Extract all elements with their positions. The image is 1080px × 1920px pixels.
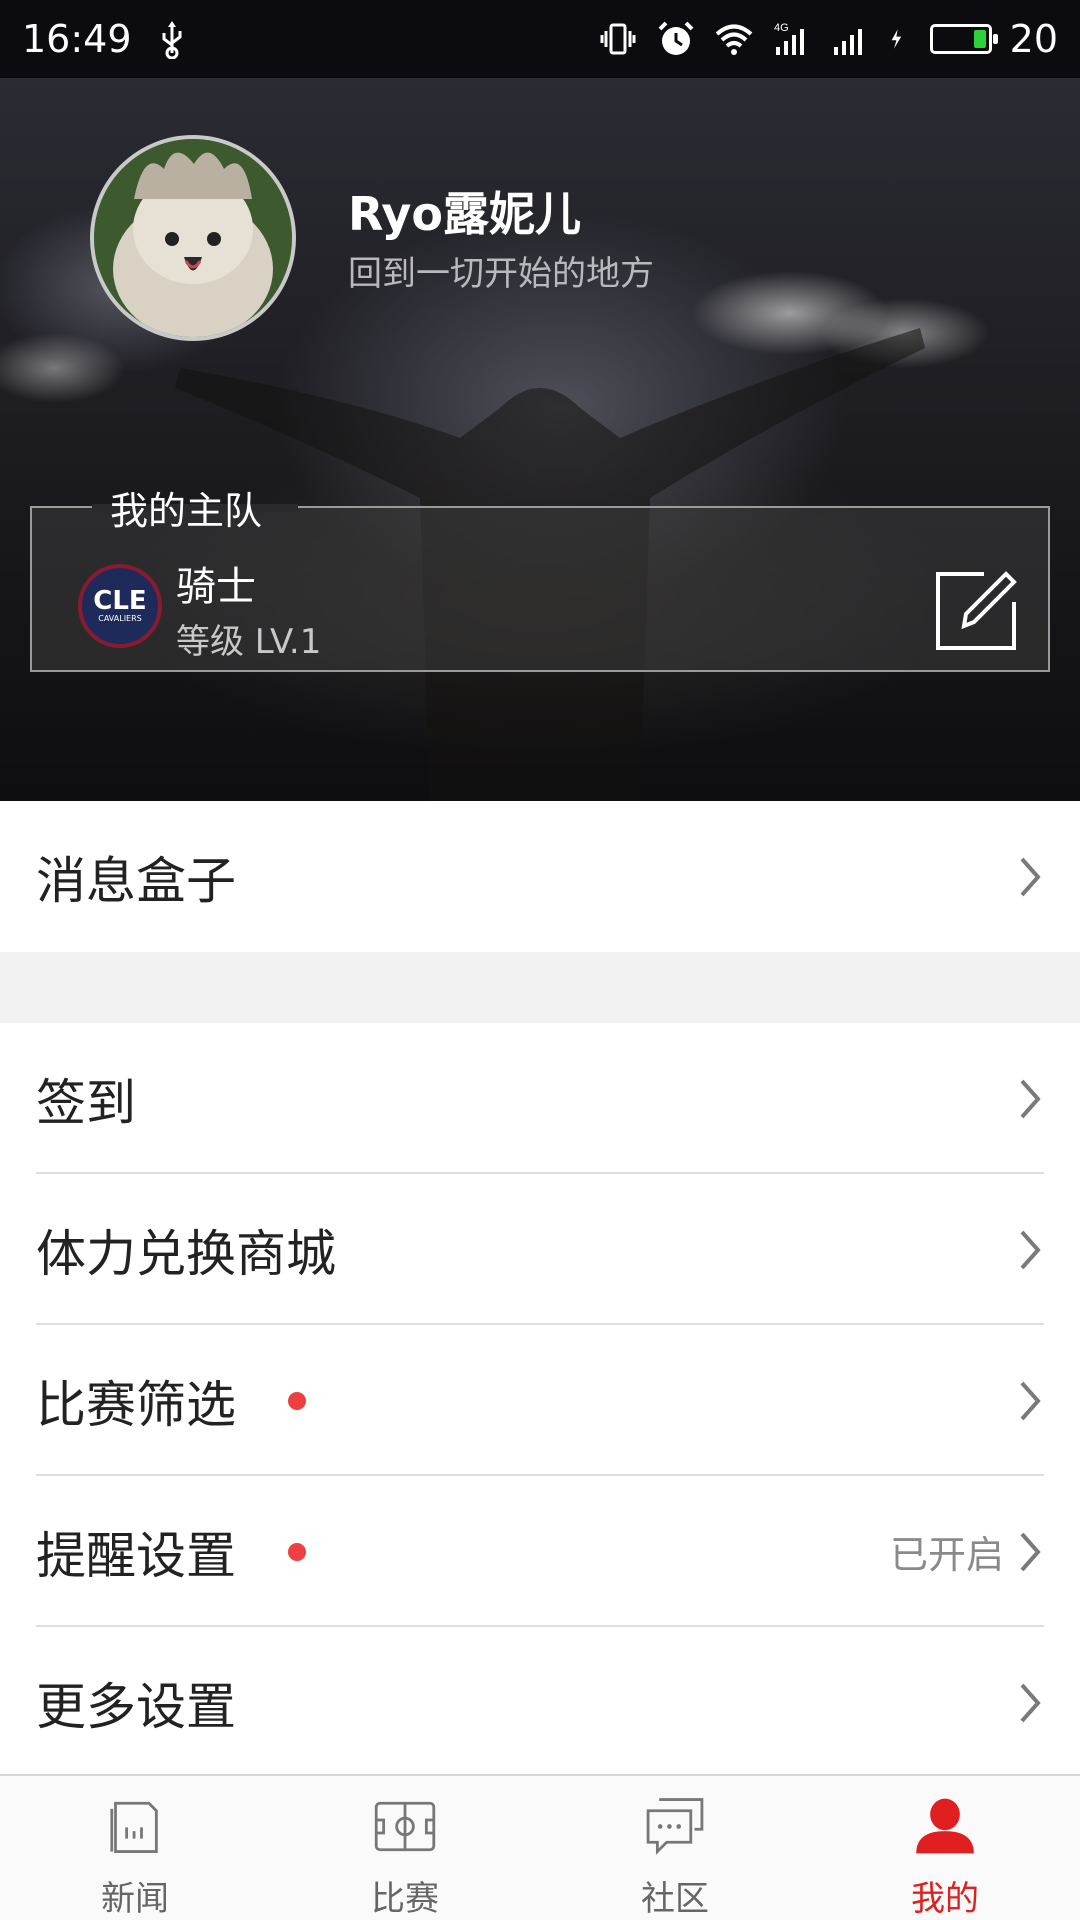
usb-icon — [162, 21, 182, 59]
chevron-right-icon — [1020, 1532, 1041, 1571]
menu-item-match-filter[interactable]: 比赛筛选 — [0, 1325, 1080, 1476]
chevron-right-icon — [1020, 1683, 1041, 1722]
svg-text:4G: 4G — [774, 22, 789, 34]
user-avatar[interactable] — [90, 135, 296, 341]
vibrate-icon — [600, 23, 636, 55]
menu-item-inbox[interactable]: 消息盒子 — [0, 801, 1080, 952]
tab-label: 新闻 — [101, 1879, 169, 1919]
menu-item-label: 提醒设置 — [36, 1526, 236, 1585]
home-team-section-title: 我的主队 — [110, 489, 263, 533]
battery-level: 20 — [1009, 17, 1058, 61]
edit-team-button[interactable] — [934, 568, 1018, 652]
tab-label: 我的 — [911, 1879, 979, 1919]
status-bar: 16:49 4G 20 — [0, 0, 1080, 78]
team-name: 骑士 — [176, 564, 256, 610]
team-logo-abbr: CLE — [93, 586, 147, 616]
menu-item-reminder-settings[interactable]: 提醒设置 已开启 — [0, 1476, 1080, 1627]
profile-icon — [916, 1798, 974, 1854]
signal-4g-icon: 4G — [774, 22, 804, 55]
menu-item-label: 比赛筛选 — [36, 1375, 236, 1434]
chevron-right-icon — [1020, 857, 1041, 896]
chevron-right-icon — [1020, 1381, 1041, 1420]
notification-dot — [288, 1391, 306, 1410]
match-icon — [374, 1801, 436, 1852]
team-logo-sub: CAVALIERS — [98, 614, 142, 623]
menu-item-label: 签到 — [36, 1073, 136, 1132]
reminder-status: 已开启 — [889, 1533, 1004, 1577]
menu-item-label: 更多设置 — [36, 1677, 236, 1736]
team-level: 等级 LV.1 — [176, 622, 322, 662]
home-team-card[interactable]: 我的主队 CLE CAVALIERS 骑士 等级 LV.1 — [30, 489, 1050, 672]
profile-header: Ryo露妮儿 回到一切开始的地方 我的主队 CLE CAVALIERS 骑士 等… — [0, 78, 1080, 801]
bird-avatar-image — [94, 139, 292, 337]
battery-icon — [929, 24, 998, 54]
charging-icon — [891, 29, 901, 49]
wifi-icon — [715, 24, 752, 55]
signal-icon — [833, 29, 862, 55]
bottom-tab-bar: 新闻 比赛 社区 我的 — [0, 1774, 1080, 1920]
menu-item-checkin[interactable]: 签到 — [0, 1023, 1080, 1174]
tab-community[interactable]: 社区 — [540, 1776, 810, 1920]
user-motto: 回到一切开始的地方 — [348, 254, 654, 294]
menu-section-inbox: 消息盒子 — [0, 801, 1080, 952]
menu-item-label: 体力兑换商城 — [36, 1224, 336, 1283]
username: Ryo露妮儿 — [348, 187, 581, 241]
community-icon — [646, 1798, 704, 1855]
tab-profile[interactable]: 我的 — [810, 1776, 1080, 1920]
tab-match[interactable]: 比赛 — [270, 1776, 540, 1920]
tab-label: 比赛 — [371, 1879, 439, 1919]
alarm-icon — [658, 21, 694, 55]
menu-item-stamina-shop[interactable]: 体力兑换商城 — [0, 1174, 1080, 1325]
status-time: 16:49 — [22, 17, 132, 61]
chevron-right-icon — [1020, 1230, 1041, 1269]
news-icon — [110, 1801, 158, 1853]
menu-item-label: 消息盒子 — [36, 851, 236, 910]
menu-item-more-settings[interactable]: 更多设置 — [0, 1627, 1080, 1778]
tab-news[interactable]: 新闻 — [0, 1776, 270, 1920]
menu-section-settings: 签到 体力兑换商城 比赛筛选 提醒设置 已开启 更多设置 — [0, 1023, 1080, 1778]
chevron-right-icon — [1020, 1079, 1041, 1118]
tab-label: 社区 — [641, 1879, 709, 1919]
team-logo: CLE CAVALIERS — [78, 564, 162, 648]
notification-dot — [288, 1542, 306, 1561]
